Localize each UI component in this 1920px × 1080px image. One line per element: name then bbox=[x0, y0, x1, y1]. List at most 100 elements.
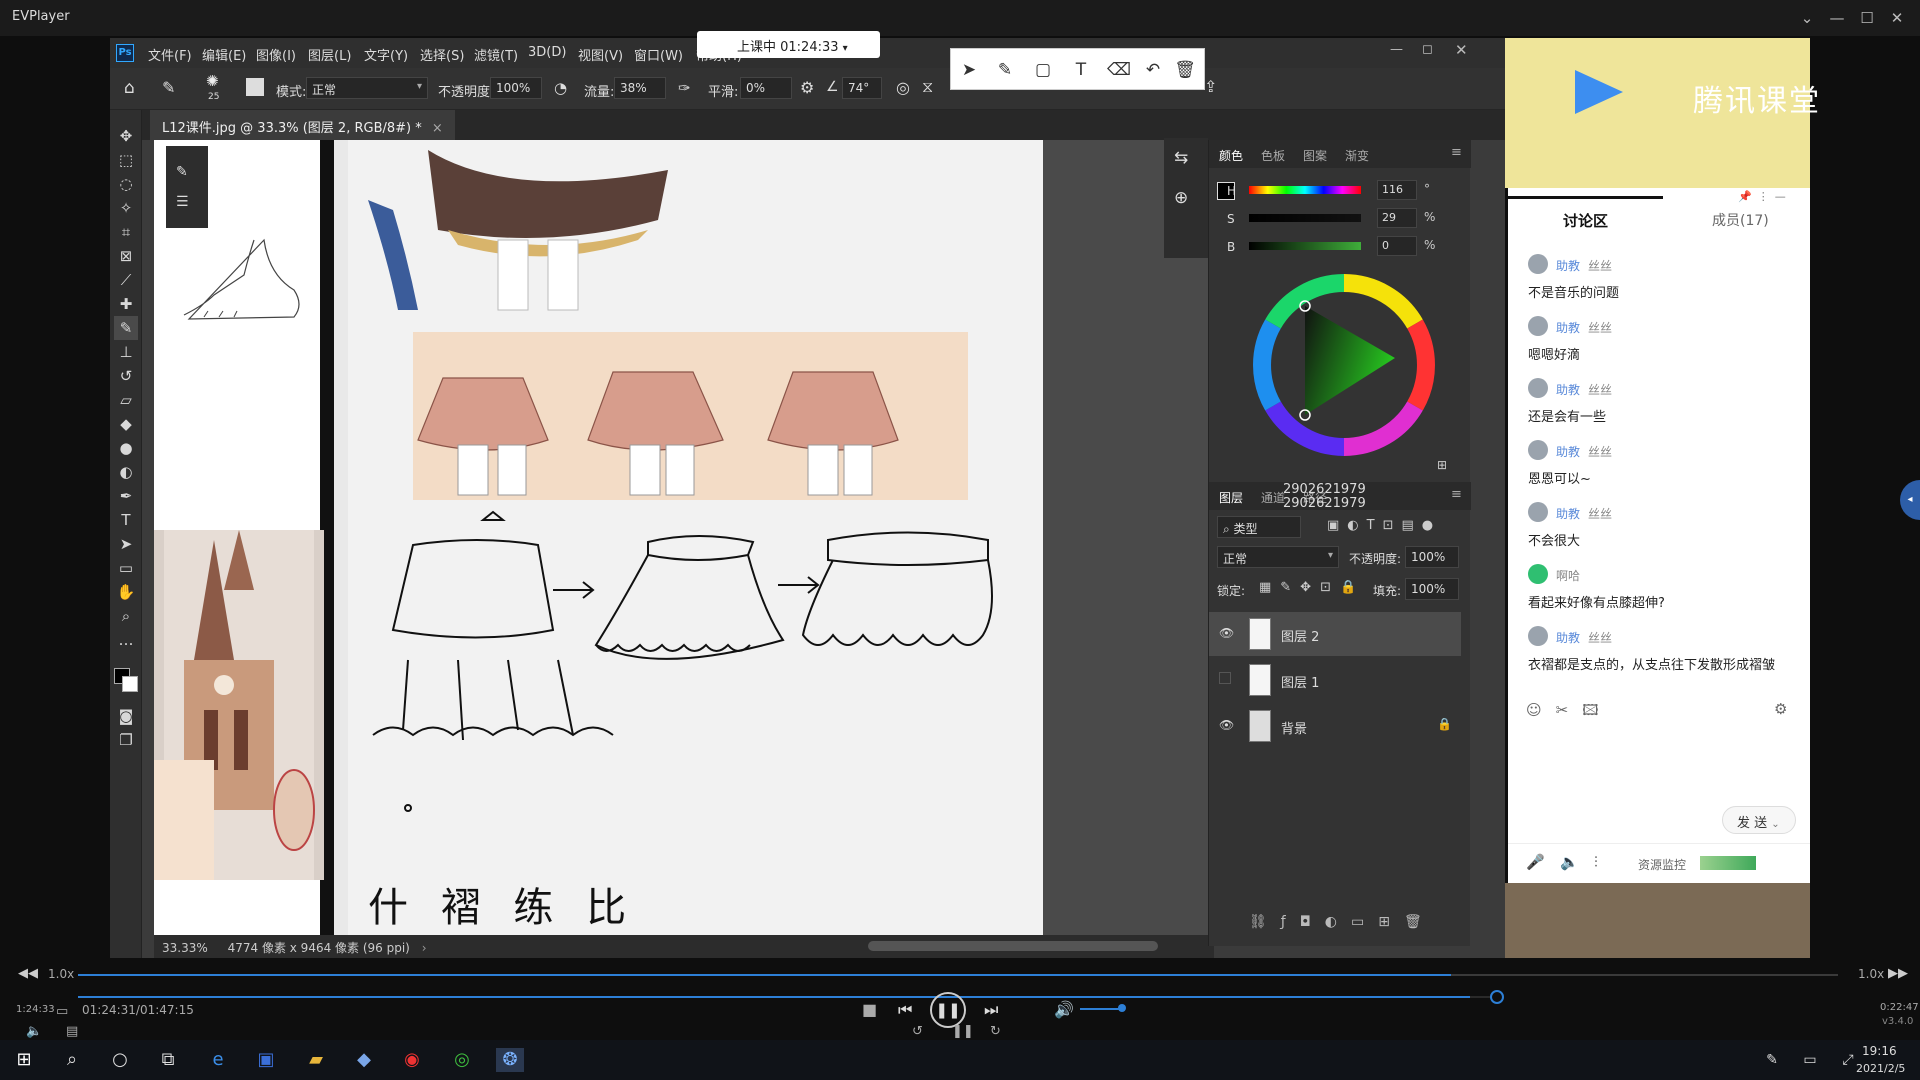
menu-filter[interactable]: 滤镜(T) bbox=[474, 45, 518, 64]
layer-name[interactable]: 背景 bbox=[1281, 718, 1307, 737]
tab-layers[interactable]: 图层 bbox=[1219, 489, 1243, 506]
eye-icon[interactable]: 👁 bbox=[1219, 626, 1234, 640]
menu-layer[interactable]: 图层(L) bbox=[308, 45, 351, 64]
chat-message-author[interactable]: 助教 bbox=[1556, 257, 1580, 274]
cortana-icon[interactable]: ○ bbox=[106, 1048, 134, 1072]
avatar[interactable] bbox=[1528, 316, 1548, 336]
menu-3d[interactable]: 3D(D) bbox=[528, 45, 566, 60]
history-icon[interactable]: ⇆ bbox=[1174, 148, 1188, 168]
taskbar-date[interactable]: 2021/2/5 bbox=[1856, 1062, 1905, 1075]
saturation-slider[interactable] bbox=[1249, 214, 1361, 222]
volume-handle[interactable] bbox=[1118, 1004, 1126, 1012]
eraser-icon[interactable]: ▱ bbox=[114, 388, 138, 412]
hand-tool-icon[interactable]: ✋ bbox=[114, 580, 138, 604]
brush-panel-icon[interactable] bbox=[246, 78, 264, 96]
settings-icon[interactable]: ⚙ bbox=[1774, 700, 1787, 718]
brush-tool-icon[interactable]: ✎ bbox=[162, 78, 175, 97]
audio-icon[interactable]: 🔈 bbox=[26, 1024, 42, 1039]
avatar[interactable] bbox=[1528, 378, 1548, 398]
chat-message-author[interactable]: 助教 bbox=[1556, 319, 1580, 336]
stop-icon[interactable]: ■ bbox=[862, 1000, 877, 1019]
maximize-icon[interactable]: ☐ bbox=[1854, 6, 1880, 30]
avatar[interactable] bbox=[1528, 626, 1548, 646]
angle-input[interactable]: 74° bbox=[842, 77, 882, 99]
paint-bucket-icon[interactable]: ◆ bbox=[114, 412, 138, 436]
blur-tool-icon[interactable]: ● bbox=[114, 436, 138, 460]
layer-name[interactable]: 图层 1 bbox=[1281, 672, 1319, 691]
background-color-swatch[interactable] bbox=[122, 676, 138, 692]
panel-menu-icon[interactable]: ≡ bbox=[1451, 145, 1462, 160]
lasso-tool-icon[interactable]: ◌ bbox=[114, 172, 138, 196]
dodge-tool-icon[interactable]: ◐ bbox=[114, 460, 138, 484]
menu-image[interactable]: 图像(I) bbox=[256, 45, 296, 64]
color-wheel[interactable] bbox=[1249, 270, 1439, 460]
healing-brush-icon[interactable]: ✚ bbox=[114, 292, 138, 316]
home-icon[interactable]: ⌂ bbox=[124, 78, 135, 98]
mode-select[interactable]: 正常 ▾ bbox=[306, 77, 428, 99]
history-brush-icon[interactable]: ↺ bbox=[114, 364, 138, 388]
small-pause-icon[interactable]: ❚❚ bbox=[952, 1024, 974, 1039]
live-status-pill[interactable]: 上课中 01:24:33 ▾ bbox=[697, 31, 880, 58]
menu-view[interactable]: 视图(V) bbox=[578, 45, 623, 64]
speaker-icon[interactable]: 🔈 bbox=[1560, 853, 1579, 871]
zoom-tool-icon[interactable]: ⌕ bbox=[114, 604, 138, 628]
pressure-opacity-icon[interactable]: ◔ bbox=[554, 79, 567, 97]
chevron-down-icon[interactable]: ⌄ bbox=[1794, 6, 1820, 30]
canvas-area[interactable]: ✎ ☰ 什 褶 练 比 bbox=[154, 140, 1214, 935]
avatar[interactable] bbox=[1528, 564, 1548, 584]
menu-select[interactable]: 选择(S) bbox=[420, 45, 464, 64]
main-progress-track[interactable] bbox=[78, 996, 1498, 998]
trash-icon[interactable]: 🗑 bbox=[1173, 58, 1197, 82]
hue-input[interactable]: 116 bbox=[1377, 180, 1417, 200]
window-app-icon[interactable]: ▣ bbox=[252, 1048, 280, 1072]
brightness-slider[interactable] bbox=[1249, 242, 1361, 250]
next-icon[interactable]: ⏭ bbox=[984, 1000, 998, 1020]
forward-30-icon[interactable]: ↻ bbox=[990, 1024, 1001, 1039]
eyedropper-icon[interactable]: ⟋ bbox=[114, 268, 138, 292]
file-explorer-icon[interactable]: ▰ bbox=[302, 1048, 330, 1072]
chat-message-author[interactable]: 助教 bbox=[1556, 629, 1580, 646]
red-app-icon[interactable]: ◉ bbox=[398, 1048, 426, 1072]
layer-row[interactable]: 👁 背景 🔒 bbox=[1209, 704, 1461, 748]
upper-progress-track[interactable] bbox=[78, 974, 1838, 976]
brightness-input[interactable]: 0 bbox=[1377, 236, 1417, 256]
evplayer-app-icon[interactable]: ❂ bbox=[496, 1048, 524, 1072]
tab-patterns[interactable]: 图案 bbox=[1303, 147, 1327, 164]
chat-tool-icons[interactable]: ☺✂🖾 bbox=[1526, 700, 1613, 725]
more-tools-icon[interactable]: … bbox=[114, 628, 138, 652]
flow-input[interactable]: 38% bbox=[614, 77, 666, 99]
reference-brush-icon[interactable]: ✎ bbox=[176, 164, 188, 180]
opacity-input[interactable]: 100% bbox=[490, 77, 542, 99]
expand-icon[interactable]: ⊞ bbox=[1437, 458, 1447, 472]
layer-action-icons[interactable]: ⛓ƒ◘◐▭⊞🗑 bbox=[1249, 914, 1436, 930]
layer-opacity-input[interactable]: 100% bbox=[1405, 546, 1459, 568]
close-icon[interactable]: ✕ bbox=[1884, 6, 1910, 30]
zoom-level[interactable]: 33.33% bbox=[162, 941, 208, 955]
pen-tray-icon[interactable]: ✎ bbox=[1758, 1048, 1786, 1072]
eraser-icon[interactable]: ⌫ bbox=[1107, 58, 1131, 82]
resource-monitor-label[interactable]: 资源监控 bbox=[1638, 856, 1686, 873]
saturation-input[interactable]: 29 bbox=[1377, 208, 1417, 228]
tab-members[interactable]: 成员(17) bbox=[1712, 210, 1769, 230]
pointer-icon[interactable]: ➤ bbox=[957, 58, 981, 82]
tab-gradients[interactable]: 渐变 bbox=[1345, 147, 1369, 164]
avatar[interactable] bbox=[1528, 440, 1548, 460]
text-icon[interactable]: T bbox=[1069, 58, 1093, 82]
green-app-icon[interactable]: ◎ bbox=[448, 1048, 476, 1072]
type-tool-icon[interactable]: T bbox=[114, 508, 138, 532]
layer-row[interactable]: 图层 1 bbox=[1209, 658, 1461, 702]
fast-forward-icon[interactable]: ▶▶ bbox=[1888, 966, 1908, 981]
hue-slider[interactable] bbox=[1249, 186, 1361, 194]
horizontal-scrollbar[interactable] bbox=[868, 941, 1158, 951]
pen-tool-icon[interactable]: ✒ bbox=[114, 484, 138, 508]
brush-preset-icon[interactable]: ✺ bbox=[206, 72, 219, 90]
shape-icon[interactable]: ▢ bbox=[1031, 58, 1055, 82]
menu-window[interactable]: 窗口(W) bbox=[634, 45, 683, 64]
symmetry-icon[interactable]: ⧖ bbox=[922, 77, 933, 97]
stamp-tool-icon[interactable]: ⊥ bbox=[114, 340, 138, 364]
blend-mode-select[interactable]: 正常 ▾ bbox=[1217, 546, 1339, 568]
status-chevron-icon[interactable]: › bbox=[422, 941, 427, 955]
avatar[interactable] bbox=[1528, 254, 1548, 274]
minimize-icon[interactable]: — bbox=[1824, 6, 1850, 30]
lock-icons[interactable]: ▦✎✥⊡🔒 bbox=[1259, 580, 1365, 595]
